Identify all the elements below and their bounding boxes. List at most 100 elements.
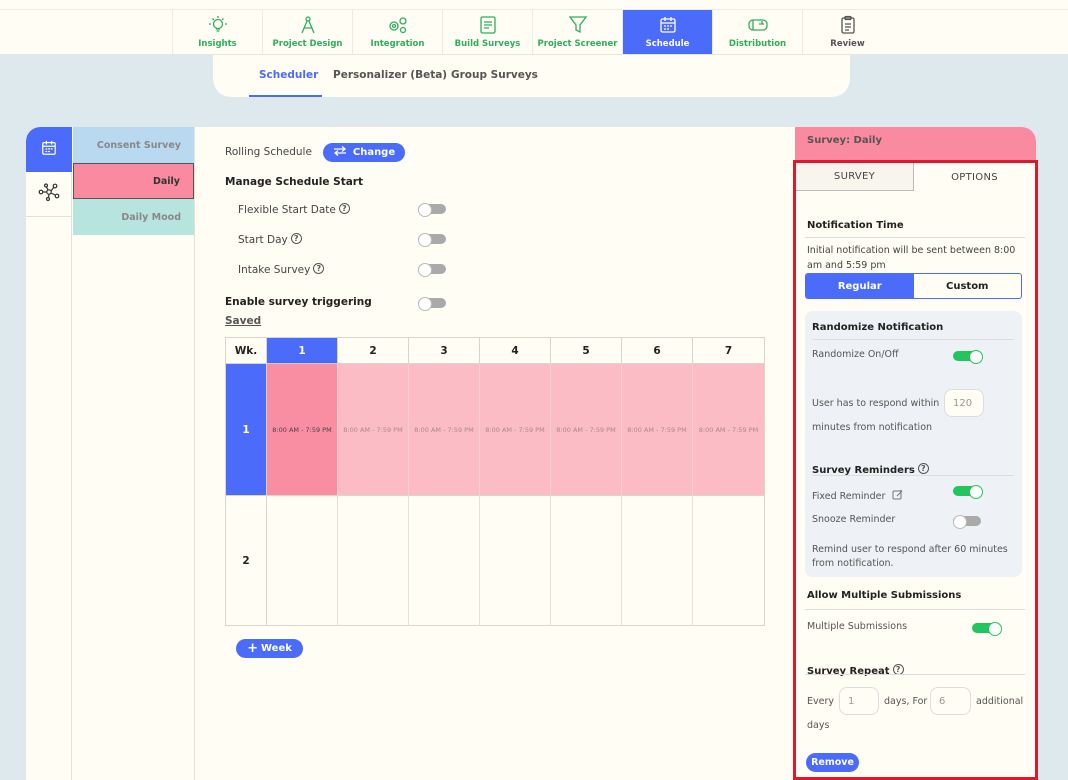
- slot-time: 8:00 AM - 7:59 PM: [556, 425, 616, 434]
- empty-slot[interactable]: [338, 495, 409, 625]
- schedule-slot[interactable]: 8:00 AM - 7:59 PM: [480, 364, 551, 495]
- divider: [805, 674, 1025, 675]
- nav-distribution[interactable]: Distribution: [712, 10, 802, 54]
- regular-button[interactable]: Regular: [806, 274, 914, 298]
- view-switcher: [26, 127, 72, 780]
- custom-button[interactable]: Custom: [914, 274, 1022, 298]
- tab-personalizer[interactable]: Personalizer (Beta): [333, 69, 447, 81]
- nav-label: Review: [830, 39, 865, 49]
- intake-survey-label: Intake Survey: [238, 264, 311, 276]
- fixed-reminder-label: Fixed Reminder: [812, 491, 886, 502]
- slot-time: 8:00 AM - 7:59 PM: [485, 425, 545, 434]
- intake-survey-toggle[interactable]: [418, 263, 446, 277]
- remove-button[interactable]: Remove: [806, 753, 859, 772]
- empty-slot[interactable]: [409, 495, 480, 625]
- nav-build-surveys[interactable]: Build Surveys: [442, 10, 532, 54]
- nav-project-design[interactable]: Project Design: [262, 10, 352, 54]
- manage-schedule-title: Manage Schedule Start: [225, 176, 364, 188]
- edit-icon[interactable]: [892, 485, 903, 504]
- panel-tabs: SURVEY OPTIONS: [796, 163, 1035, 191]
- survey-item-daily[interactable]: Daily: [73, 163, 194, 199]
- survey-item-consent[interactable]: Consent Survey: [73, 127, 194, 163]
- every-label: Every: [807, 696, 834, 707]
- day-header[interactable]: 4: [480, 338, 551, 364]
- randomize-box: Randomize Notification Randomize On/Off …: [805, 311, 1022, 577]
- calendar-view-button[interactable]: [26, 127, 72, 172]
- survey-repeat-title: Survey Repeat: [807, 666, 890, 677]
- survey-list: Consent Survey Daily Daily Mood: [72, 127, 195, 780]
- schedule-grid: Wk. 1 2 3 4 5 6 7 1 2 8:00 AM - 7:59 PM …: [225, 337, 765, 626]
- top-strip: [0, 0, 1068, 10]
- saved-link[interactable]: Saved: [225, 315, 261, 327]
- add-week-button[interactable]: + Week: [236, 639, 303, 658]
- help-icon[interactable]: ?: [917, 463, 929, 474]
- week-column-header: Wk.: [226, 338, 267, 364]
- tab-options[interactable]: OPTIONS: [914, 163, 1035, 191]
- schedule-slot[interactable]: 8:00 AM - 7:59 PM: [267, 364, 338, 495]
- day-header[interactable]: 2: [338, 338, 409, 364]
- snooze-reminder-label: Snooze Reminder: [812, 514, 896, 525]
- week-row-header[interactable]: 1: [226, 364, 267, 495]
- nav-review[interactable]: Review: [802, 10, 892, 54]
- multiple-submissions-toggle[interactable]: [972, 622, 1002, 636]
- survey-triggering-label: Enable survey triggering: [225, 296, 372, 308]
- start-day-row: Start Day?: [238, 228, 302, 247]
- fixed-reminder-toggle[interactable]: [953, 485, 983, 499]
- empty-slot[interactable]: [693, 495, 764, 625]
- schedule-slot[interactable]: 8:00 AM - 7:59 PM: [693, 364, 764, 495]
- schedule-slot[interactable]: 8:00 AM - 7:59 PM: [409, 364, 480, 495]
- schedule-slot[interactable]: 8:00 AM - 7:59 PM: [338, 364, 409, 495]
- day-header[interactable]: 5: [551, 338, 622, 364]
- help-icon[interactable]: ?: [313, 263, 325, 274]
- respond-minutes-input[interactable]: 120: [944, 389, 984, 417]
- day-header[interactable]: 7: [693, 338, 764, 364]
- slot-time: 8:00 AM - 7:59 PM: [272, 425, 332, 434]
- rolling-schedule-label: Rolling Schedule: [225, 146, 312, 158]
- week-row-header[interactable]: 2: [226, 495, 267, 625]
- survey-item-daily-mood[interactable]: Daily Mood: [73, 199, 194, 235]
- day-header[interactable]: 3: [409, 338, 480, 364]
- tab-scheduler[interactable]: Scheduler: [259, 69, 318, 81]
- day-header[interactable]: 6: [622, 338, 693, 364]
- empty-slot[interactable]: [267, 495, 338, 625]
- nav-integration[interactable]: Integration: [352, 10, 442, 54]
- help-icon[interactable]: ?: [338, 203, 350, 214]
- flexible-start-row: Flexible Start Date?: [238, 198, 350, 217]
- tab-group-surveys[interactable]: Group Surveys: [451, 69, 538, 81]
- divider: [812, 339, 1014, 340]
- survey-triggering-toggle[interactable]: [418, 297, 446, 311]
- clipboard-icon: [837, 14, 859, 36]
- flexible-start-toggle[interactable]: [418, 203, 446, 217]
- survey-header: Survey: Daily: [795, 127, 1036, 161]
- repeat-every-input[interactable]: 1: [839, 687, 879, 715]
- multiple-submissions-title: Allow Multiple Submissions: [807, 590, 962, 601]
- empty-slot[interactable]: [551, 495, 622, 625]
- network-view-button[interactable]: [26, 172, 72, 217]
- notification-desc-line1: Initial notification will be sent betwee…: [807, 245, 1016, 256]
- randomize-toggle[interactable]: [953, 350, 983, 364]
- start-day-toggle[interactable]: [418, 233, 446, 247]
- nav-project-screener[interactable]: Project Screener: [532, 10, 622, 54]
- start-day-label: Start Day: [238, 234, 288, 246]
- days-for-label: days, For: [884, 696, 928, 707]
- nav-label: Insights: [198, 39, 237, 49]
- nav-label: Schedule: [645, 39, 690, 49]
- help-icon[interactable]: ?: [290, 233, 302, 244]
- schedule-slot[interactable]: 8:00 AM - 7:59 PM: [622, 364, 693, 495]
- nav-insights[interactable]: Insights: [172, 10, 262, 54]
- respond-within-label: User has to respond within: [812, 398, 940, 409]
- filter-icon: [567, 14, 589, 36]
- day-header[interactable]: 1: [267, 338, 338, 364]
- fixed-reminder-row: Fixed Reminder: [812, 484, 903, 504]
- divider: [805, 609, 1025, 610]
- nav-schedule[interactable]: Schedule: [622, 10, 712, 54]
- days-label: days: [807, 720, 830, 731]
- empty-slot[interactable]: [480, 495, 551, 625]
- repeat-for-input[interactable]: 6: [930, 687, 971, 715]
- top-navigation: Insights Project Design Integration Buil…: [0, 0, 1068, 55]
- change-button[interactable]: Change: [323, 143, 405, 162]
- snooze-reminder-toggle[interactable]: [953, 515, 981, 529]
- tab-survey[interactable]: SURVEY: [796, 163, 914, 191]
- schedule-slot[interactable]: 8:00 AM - 7:59 PM: [551, 364, 622, 495]
- empty-slot[interactable]: [622, 495, 693, 625]
